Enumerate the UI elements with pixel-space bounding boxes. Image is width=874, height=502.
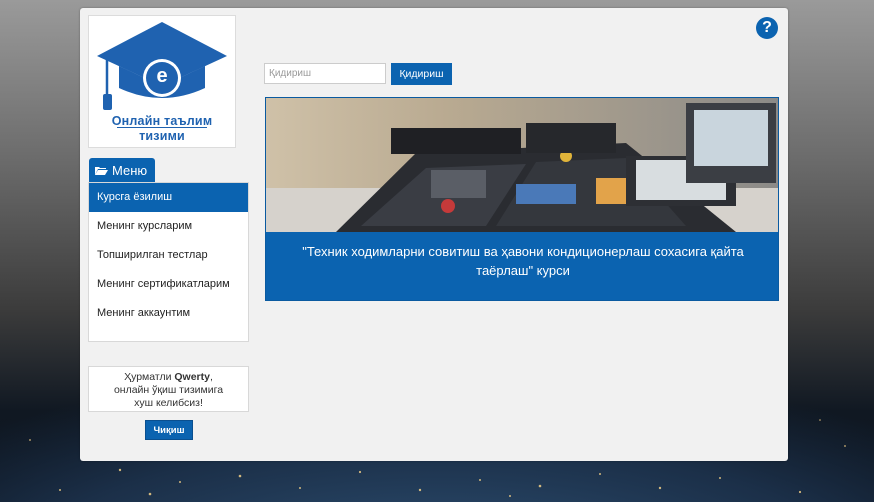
sidebar-item-my-account[interactable]: Менинг аккаунтим [89, 299, 248, 328]
help-icon[interactable]: ? [756, 17, 778, 39]
menu-header-label: Меню [112, 162, 148, 178]
course-image [266, 98, 778, 232]
site-logo[interactable]: e Онлайн таълим тизими [88, 15, 236, 148]
welcome-box: Ҳурматли Qwerty, онлайн ўқиш тизимига ху… [88, 366, 249, 412]
sidebar-item-my-certificates[interactable]: Менинг сертификатларим [89, 270, 248, 299]
search-button[interactable]: Қидириш [391, 63, 452, 85]
welcome-line3: хуш келибсиз! [134, 397, 203, 409]
search-input[interactable] [264, 63, 386, 84]
logo-divider [117, 127, 207, 128]
sidebar-item-my-courses[interactable]: Менинг курсларим [89, 212, 248, 241]
welcome-username: Qwerty [174, 371, 210, 383]
sidebar-item-completed-tests[interactable]: Топширилган тестлар [89, 241, 248, 270]
menu-header[interactable]: Меню [89, 158, 155, 182]
main-panel: e Онлайн таълим тизими ? Меню Курсга ёзи… [80, 8, 788, 461]
logo-title: Онлайн таълим [111, 114, 213, 128]
sidebar-menu: Курсга ёзилиш Менинг курсларим Топширилг… [88, 182, 249, 342]
sidebar-item-enroll-course[interactable]: Курсга ёзилиш [89, 183, 248, 212]
course-card[interactable]: "Техник ходимларни совитиш ва ҳавони кон… [265, 97, 779, 301]
logout-button[interactable]: Чиқиш [145, 420, 193, 440]
folder-open-icon [95, 166, 108, 175]
welcome-greeting: Ҳурматли [124, 371, 172, 383]
welcome-line2: онлайн ўқиш тизимига [113, 384, 224, 396]
welcome-line1: Ҳурматли Qwerty, [124, 371, 213, 383]
course-title: "Техник ходимларни совитиш ва ҳавони кон… [302, 244, 744, 278]
logo-badge-letter: e [156, 65, 168, 87]
logo-subtitle: тизими [139, 129, 185, 143]
